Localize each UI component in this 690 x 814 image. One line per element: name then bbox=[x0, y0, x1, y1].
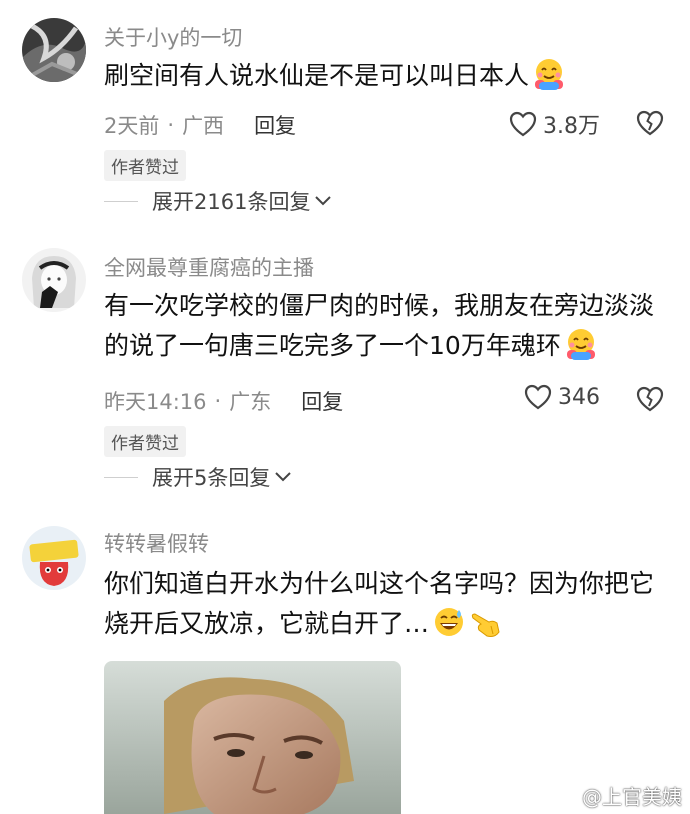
author-liked-tag: 作者赞过 bbox=[104, 150, 186, 181]
avatar[interactable] bbox=[22, 526, 86, 590]
hugging-face-emoji bbox=[535, 59, 564, 90]
meta-dot: · bbox=[167, 113, 175, 137]
like-button[interactable]: 346 bbox=[524, 384, 600, 410]
expand-replies-label: 展开2161条回复 bbox=[152, 190, 311, 214]
comment-text-body: 你们知道白开水为什么叫这个名字吗？因为你把它烧开后又放凉，它就白开了… bbox=[104, 569, 655, 638]
username[interactable]: 关于小y的一切 bbox=[104, 22, 242, 52]
comment-item: 全网最尊重腐癌的主播 有一次吃学校的僵尸肉的时候，我朋友在旁边淡淡的说了一句唐三… bbox=[0, 230, 690, 510]
expand-replies-button[interactable]: 展开2161条回复 bbox=[104, 186, 332, 216]
comment-location: 广西 bbox=[182, 114, 225, 138]
meta-dot: · bbox=[214, 389, 222, 413]
avatar[interactable] bbox=[22, 18, 86, 82]
reply-button[interactable]: 回复 bbox=[301, 386, 343, 416]
grinning-sweat-emoji bbox=[435, 608, 464, 636]
comment-text: 你们知道白开水为什么叫这个名字吗？因为你把它烧开后又放凉，它就白开了… bbox=[104, 564, 674, 644]
heart-icon bbox=[524, 384, 552, 410]
divider-line bbox=[104, 476, 138, 478]
comment-time: 2天前 bbox=[104, 114, 160, 138]
like-count: 3.8万 bbox=[543, 114, 600, 139]
weibo-logo-icon bbox=[552, 786, 577, 807]
heart-icon bbox=[509, 111, 537, 137]
comment-location: 广东 bbox=[229, 390, 272, 414]
chevron-down-icon bbox=[275, 472, 292, 482]
like-button[interactable]: 3.8万 bbox=[509, 108, 600, 140]
author-liked-tag: 作者赞过 bbox=[104, 426, 186, 457]
avatar[interactable] bbox=[22, 248, 86, 312]
comment-text: 有一次吃学校的僵尸肉的时候，我朋友在旁边淡淡的说了一句唐三吃完多了一个10万年魂… bbox=[104, 286, 674, 366]
username[interactable]: 全网最尊重腐癌的主播 bbox=[104, 252, 314, 282]
chevron-down-icon bbox=[315, 196, 332, 206]
comment-time: 昨天14:16 bbox=[104, 390, 207, 414]
watermark-text: @上官美姨 bbox=[582, 785, 682, 809]
comment-meta: 昨天14:16 · 广东 回复 bbox=[104, 386, 343, 416]
comment-item: 关于小y的一切 刷空间有人说水仙是不是可以叫日本人 2天前 · 广西 回复 3.… bbox=[0, 0, 690, 230]
username[interactable]: 转转暑假转 bbox=[104, 528, 209, 558]
broken-heart-icon[interactable] bbox=[636, 110, 664, 136]
pointing-hand-emoji bbox=[471, 613, 500, 637]
broken-heart-icon[interactable] bbox=[636, 386, 664, 412]
comment-text: 刷空间有人说水仙是不是可以叫日本人 bbox=[104, 56, 674, 96]
comment-image[interactable] bbox=[104, 661, 401, 814]
comment-text-body: 刷空间有人说水仙是不是可以叫日本人 bbox=[104, 61, 530, 90]
hugging-face-emoji bbox=[566, 329, 595, 360]
like-count: 346 bbox=[558, 384, 600, 410]
watermark: @上官美姨 bbox=[552, 781, 682, 810]
comment-meta: 2天前 · 广西 回复 bbox=[104, 110, 296, 140]
divider-line bbox=[104, 200, 138, 202]
reply-button[interactable]: 回复 bbox=[254, 110, 296, 140]
expand-replies-button[interactable]: 展开5条回复 bbox=[104, 462, 292, 492]
expand-replies-label: 展开5条回复 bbox=[152, 466, 271, 490]
